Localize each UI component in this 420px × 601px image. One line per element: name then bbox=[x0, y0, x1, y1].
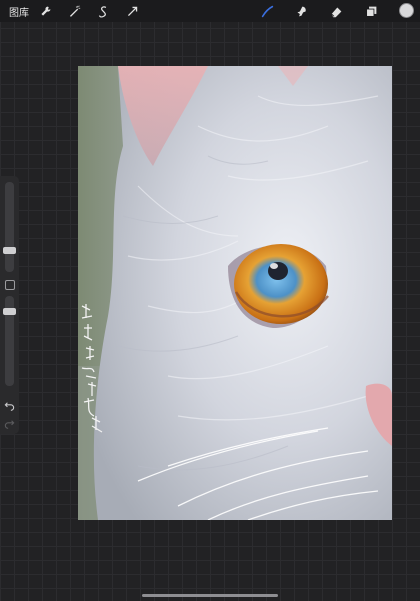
smudge-icon[interactable] bbox=[292, 2, 310, 20]
drawing-canvas[interactable] bbox=[78, 66, 392, 520]
home-indicator[interactable] bbox=[142, 594, 278, 597]
wrench-icon[interactable] bbox=[36, 2, 54, 20]
gallery-button[interactable]: 图库 bbox=[9, 4, 29, 19]
modify-button[interactable] bbox=[5, 280, 15, 290]
opacity-handle[interactable] bbox=[3, 308, 16, 315]
cat-eye-iris bbox=[234, 244, 328, 324]
eraser-icon[interactable] bbox=[327, 2, 345, 20]
selection-s-icon[interactable] bbox=[94, 2, 112, 20]
left-sidebar bbox=[0, 176, 19, 434]
cat-eye-painting bbox=[78, 66, 392, 520]
layers-icon[interactable] bbox=[362, 2, 380, 20]
redo-icon[interactable] bbox=[2, 416, 17, 430]
magic-wand-icon[interactable] bbox=[65, 2, 83, 20]
transform-arrow-icon[interactable] bbox=[123, 2, 141, 20]
brush-size-handle[interactable] bbox=[3, 247, 16, 254]
color-picker-swatch[interactable] bbox=[399, 3, 414, 18]
undo-icon[interactable] bbox=[2, 398, 17, 412]
brush-size-slider[interactable] bbox=[5, 182, 14, 272]
brush-icon[interactable] bbox=[258, 2, 276, 20]
top-toolbar: 图库 bbox=[0, 0, 420, 22]
